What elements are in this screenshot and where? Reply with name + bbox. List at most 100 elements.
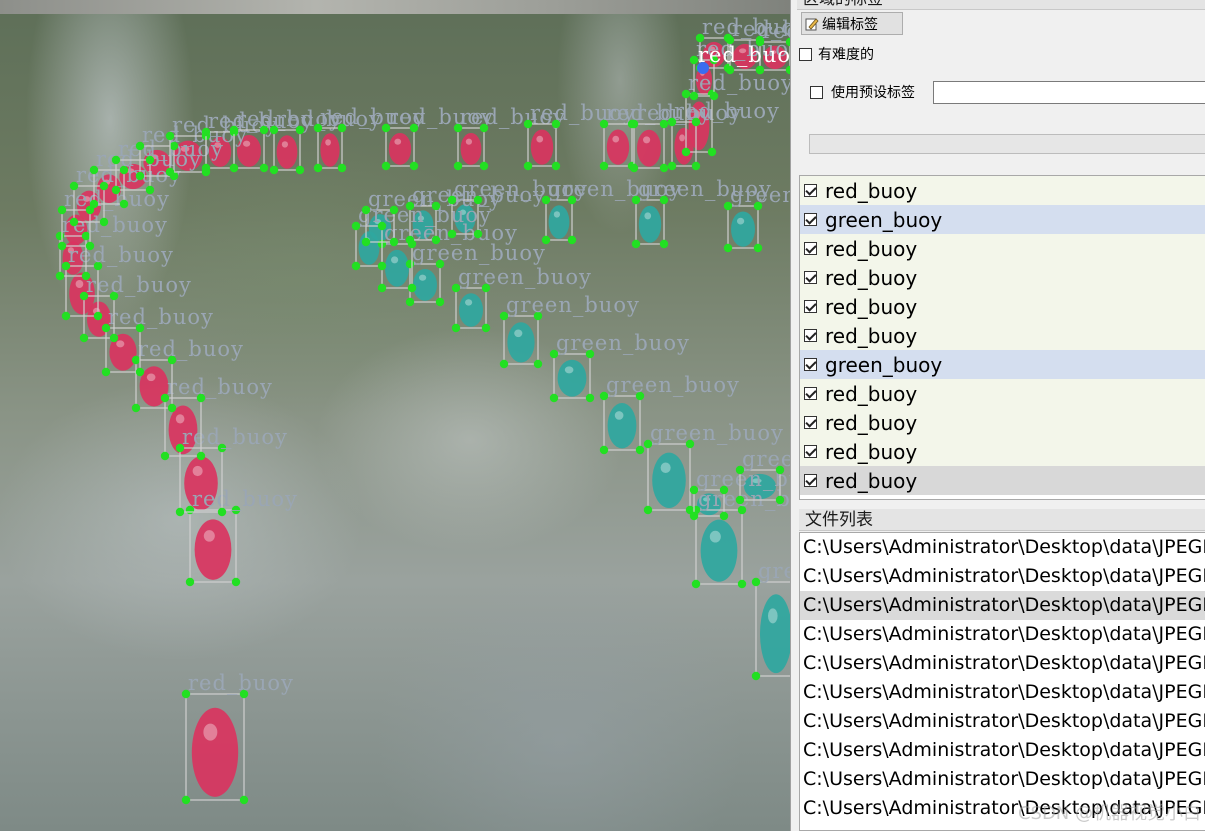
red-buoy[interactable] [388,132,412,165]
green-buoy-highlight[interactable] [514,329,523,338]
box-corner-handle[interactable] [217,507,227,517]
label-visibility-checkbox[interactable] [804,213,817,226]
red-buoy-highlight[interactable] [175,414,185,424]
green-buoy[interactable] [731,211,755,247]
label-list-item[interactable]: red_buoy [800,321,1205,350]
red-buoy[interactable] [276,135,298,169]
box-corner-handle[interactable] [175,507,185,517]
box-corner-handle[interactable] [377,261,387,271]
box-corner-handle[interactable] [145,185,155,195]
box-corner-handle[interactable] [629,163,639,173]
box-corner-handle[interactable] [135,171,145,181]
label-visibility-checkbox[interactable] [804,300,817,313]
box-corner-handle[interactable] [659,239,669,249]
box-corner-handle[interactable] [381,161,391,171]
box-corner-handle[interactable] [689,511,699,521]
box-corner-handle[interactable] [735,495,745,505]
green-buoy[interactable] [607,403,637,449]
label-list-item[interactable]: red_buoy [800,234,1205,263]
label-visibility-checkbox[interactable] [804,358,817,371]
label-list-item[interactable]: red_buoy [800,176,1205,205]
box-corner-handle[interactable] [549,393,559,403]
green-buoy-highlight[interactable] [737,217,745,225]
preset-label-input[interactable] [933,81,1205,104]
box-corner-handle[interactable] [431,235,441,245]
box-corner-handle[interactable] [81,271,91,281]
green-buoy-highlight[interactable] [564,366,574,374]
label-visibility-checkbox[interactable] [804,445,817,458]
box-corner-handle[interactable] [405,235,415,245]
box-corner-handle[interactable] [643,505,653,515]
box-corner-handle[interactable] [499,359,509,369]
box-corner-handle[interactable] [737,579,747,589]
box-corner-handle[interactable] [481,323,491,333]
box-corner-handle[interactable] [196,451,206,461]
box-corner-handle[interactable] [723,243,733,253]
box-corner-handle[interactable] [707,147,717,157]
label-visibility-checkbox[interactable] [804,416,817,429]
box-corner-handle[interactable] [659,163,669,173]
box-corner-handle[interactable] [479,161,489,171]
box-corner-handle[interactable] [229,163,239,173]
label-list-item[interactable]: red_buoy [800,437,1205,466]
label-list-item[interactable]: green_buoy [800,350,1205,379]
box-corner-handle[interactable] [755,65,765,75]
box-corner-handle[interactable] [451,323,461,333]
red-buoy[interactable] [191,707,239,797]
green-buoy[interactable] [652,452,686,509]
box-corner-handle[interactable] [447,229,457,239]
selected-vertex-handle[interactable] [697,62,709,74]
use-preset-checkbox[interactable] [810,85,823,99]
box-corner-handle[interactable] [231,577,241,587]
green-buoy[interactable] [413,268,437,301]
green-buoy-highlight[interactable] [768,608,778,624]
label-visibility-checkbox[interactable] [804,271,817,284]
box-corner-handle[interactable] [160,451,170,461]
label-list-item[interactable]: red_buoy [800,292,1205,321]
box-corner-handle[interactable] [753,243,763,253]
red-buoy-highlight[interactable] [146,373,156,382]
file-list-item[interactable]: C:\Users\Administrator\Desktop\data\JPEG… [800,707,1205,736]
box-corner-handle[interactable] [585,393,595,403]
label-visibility-checkbox[interactable] [804,242,817,255]
box-corner-handle[interactable] [719,511,729,521]
box-corner-handle[interactable] [313,163,323,173]
file-list-item[interactable]: C:\Users\Administrator\Desktop\data\JPEG… [800,736,1205,765]
green-buoy[interactable] [700,519,738,582]
red-buoy-highlight[interactable] [643,136,651,144]
label-visibility-checkbox[interactable] [804,184,817,197]
box-corner-handle[interactable] [93,311,103,321]
box-corner-handle[interactable] [131,403,141,413]
red-buoy[interactable] [530,129,554,165]
red-buoy-highlight[interactable] [75,280,84,288]
box-corner-handle[interactable] [259,163,269,173]
red-buoy-highlight[interactable] [203,723,218,741]
box-corner-handle[interactable] [599,445,609,455]
box-corner-handle[interactable] [239,795,249,805]
box-corner-handle[interactable] [689,91,699,101]
label-list[interactable]: red_buoy green_buoy red_buoy red_buoy red_bu… [799,175,1205,500]
green-buoy-highlight[interactable] [465,299,473,306]
box-corner-handle[interactable] [435,297,445,307]
difficult-checkbox[interactable] [799,47,812,61]
box-corner-handle[interactable] [57,241,67,251]
red-buoy-highlight[interactable] [203,530,215,542]
box-corner-handle[interactable] [691,161,701,171]
box-corner-handle[interactable] [453,161,463,171]
box-corner-handle[interactable] [599,161,609,171]
box-corner-handle[interactable] [55,271,65,281]
box-corner-handle[interactable] [135,367,145,377]
box-corner-handle[interactable] [635,445,645,455]
box-corner-handle[interactable] [407,283,417,293]
red-buoy-highlight[interactable] [281,141,289,148]
box-corner-handle[interactable] [631,239,641,249]
box-corner-handle[interactable] [405,297,415,307]
box-corner-handle[interactable] [295,165,305,175]
green-buoy[interactable] [548,205,570,239]
box-corner-handle[interactable] [473,229,483,239]
box-corner-handle[interactable] [523,161,533,171]
edit-label-button[interactable]: 编辑标签 [801,12,903,35]
green-buoy[interactable] [385,249,409,287]
red-buoy-highlight[interactable] [116,340,125,348]
box-corner-handle[interactable] [751,671,761,681]
